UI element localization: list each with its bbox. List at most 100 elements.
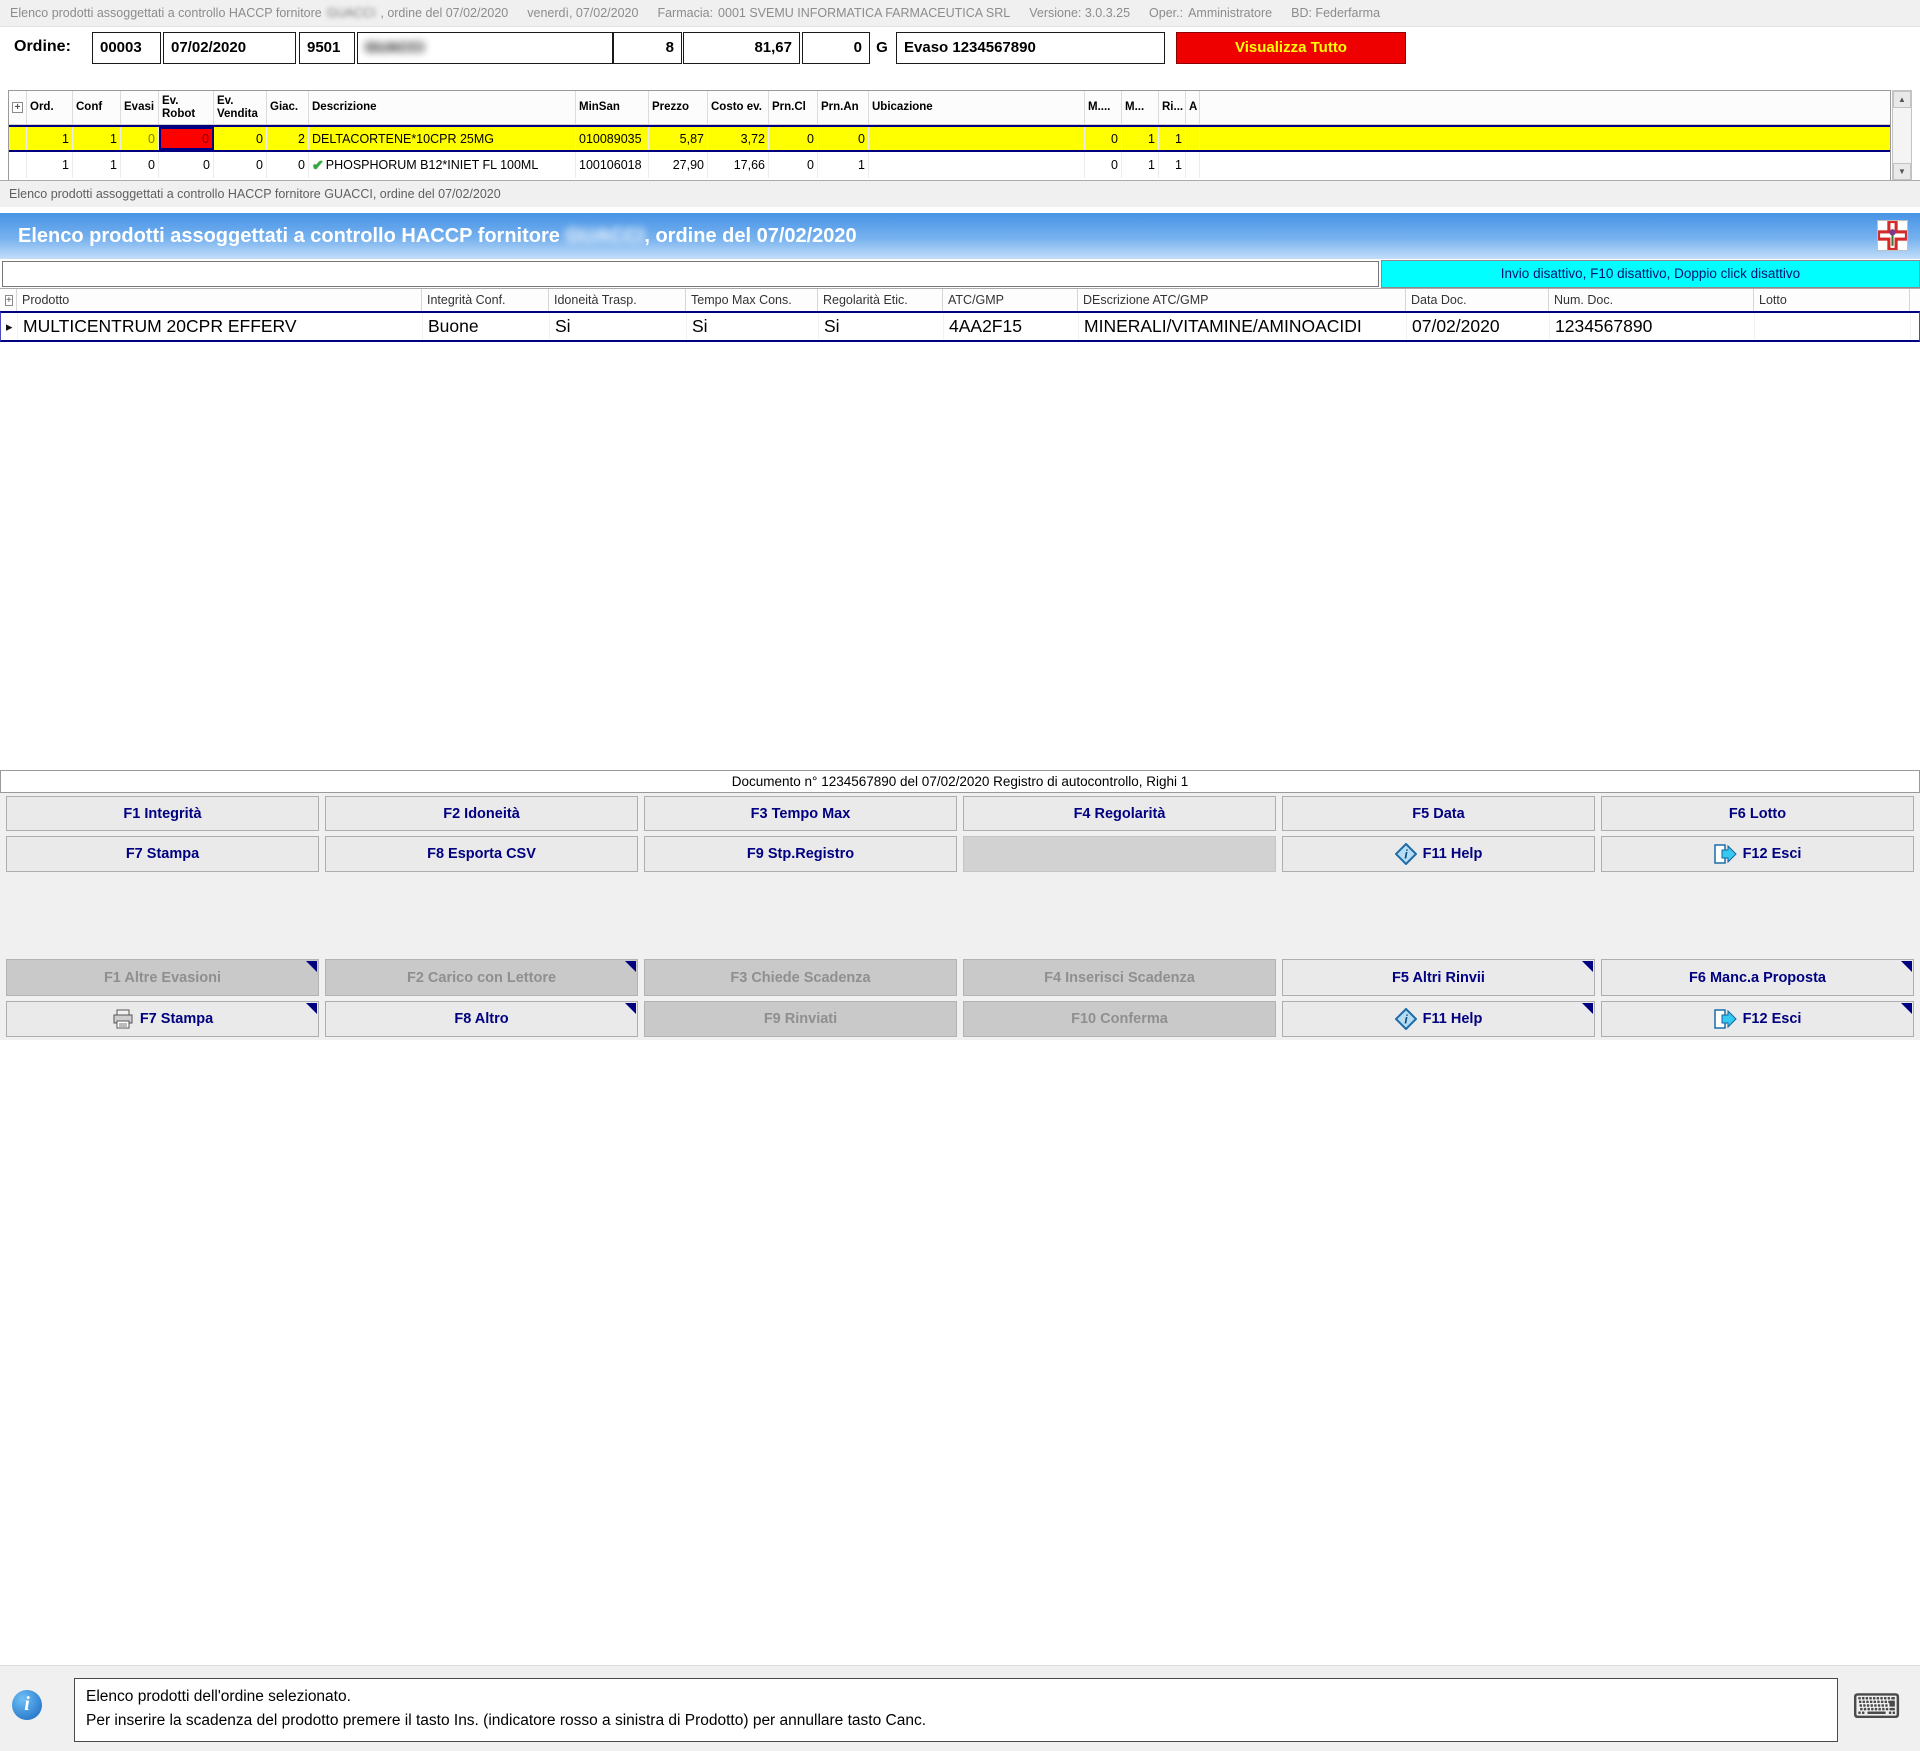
f6-manca-proposta-button[interactable]: F6 Manc.a Proposta <box>1601 959 1914 996</box>
f7-stampa-button[interactable]: F7 Stampa <box>6 836 319 872</box>
scroll-down-icon[interactable]: ▼ <box>1893 163 1911 180</box>
cell-m1: 0 <box>1085 152 1122 178</box>
col-descrizione-atc[interactable]: DEscrizione ATC/GMP <box>1078 289 1406 311</box>
f6-lotto-button[interactable]: F6 Lotto <box>1601 796 1914 831</box>
order-number-field[interactable]: 00003 <box>92 32 161 64</box>
col-idoneita[interactable]: Idoneità Trasp. <box>549 289 686 311</box>
col-tempo-max[interactable]: Tempo Max Cons. <box>686 289 818 311</box>
database-text: BD: Federfarma <box>1291 6 1380 20</box>
order-amount-field[interactable]: 81,67 <box>683 32 800 64</box>
cell-ord: 1 <box>27 152 73 178</box>
expand-all-icon[interactable]: + <box>0 289 17 311</box>
f9-rinviati-button: F9 Rinviati <box>644 1001 957 1037</box>
scroll-up-icon[interactable]: ▲ <box>1893 91 1911 108</box>
info-line1: Elenco prodotti dell'ordine selezionato. <box>86 1685 1826 1709</box>
f1-integrita-button[interactable]: F1 Integrità <box>6 796 319 831</box>
col-m1[interactable]: M.... <box>1085 91 1122 124</box>
cell-conf: 1 <box>73 152 121 178</box>
cell-ubicazione <box>869 152 1085 178</box>
col-conf[interactable]: Conf <box>73 91 121 124</box>
col-giac[interactable]: Giac. <box>267 91 309 124</box>
f5-data-button[interactable]: F5 Data <box>1282 796 1595 831</box>
col-prodotto[interactable]: Prodotto <box>17 289 422 311</box>
col-integrita[interactable]: Integrità Conf. <box>422 289 549 311</box>
f12-esci-button[interactable]: F12 Esci <box>1601 1001 1914 1037</box>
haccp-search-input[interactable] <box>2 261 1379 287</box>
title-text-prefix: Elenco prodotti assoggettati a controllo… <box>10 6 322 20</box>
f12-esci-button[interactable]: F12 Esci <box>1601 836 1914 872</box>
f8-altro-button[interactable]: F8 Altro <box>325 1001 638 1037</box>
col-prnan[interactable]: Prn.An <box>818 91 869 124</box>
cell-prodotto: MULTICENTRUM 20CPR EFFERV <box>18 313 423 340</box>
cell-ev-vendita: 0 <box>214 127 267 150</box>
f9-stp-registro-button[interactable]: F9 Stp.Registro <box>644 836 957 872</box>
order-date-field[interactable]: 07/02/2020 <box>163 32 296 64</box>
green-check-icon: ✔ <box>312 157 324 174</box>
f11-help-button[interactable]: i F11 Help <box>1282 836 1595 872</box>
keyboard-icon[interactable]: ⌨ <box>1852 1690 1901 1724</box>
cell-giac: 2 <box>267 127 309 150</box>
col-costo-ev[interactable]: Costo ev. <box>708 91 769 124</box>
col-data-doc[interactable]: Data Doc. <box>1406 289 1549 311</box>
f11-help-button[interactable]: i F11 Help <box>1282 1001 1595 1037</box>
col-m2[interactable]: M... <box>1122 91 1159 124</box>
f7-stampa-button[interactable]: F7 Stampa <box>6 1001 319 1037</box>
cell-ubicazione <box>869 127 1085 150</box>
cell-ri: 1 <box>1159 127 1186 150</box>
cell-giac: 0 <box>267 152 309 178</box>
col-ev-robot[interactable]: Ev. Robot <box>159 91 214 124</box>
haccp-strip-title: Elenco prodotti assoggettati a controllo… <box>0 180 1920 207</box>
printer-icon <box>112 1009 134 1029</box>
f5-altri-rinvii-button[interactable]: F5 Altri Rinvii <box>1282 959 1595 996</box>
col-regolarita[interactable]: Regolarità Etic. <box>818 289 943 311</box>
haccp-status-bar: Documento n° 1234567890 del 07/02/2020 R… <box>0 770 1920 793</box>
cell-prncl: 0 <box>769 152 818 178</box>
haccp-row-selected[interactable]: ▸ MULTICENTRUM 20CPR EFFERV Buone Si Si … <box>0 311 1920 342</box>
col-ord[interactable]: Ord. <box>27 91 73 124</box>
col-num-doc[interactable]: Num. Doc. <box>1549 289 1754 311</box>
col-ubicazione[interactable]: Ubicazione <box>869 91 1085 124</box>
title-weekday: venerdì, 07/02/2020 <box>527 6 638 20</box>
haccp-fkeys-row1: F1 Integrità F2 Idoneità F3 Tempo Max F4… <box>0 795 1920 832</box>
operator-label: Oper.: <box>1149 6 1183 20</box>
cell-data-doc: 07/02/2020 <box>1407 313 1550 340</box>
supplier-code-field[interactable]: 9501 <box>299 32 355 64</box>
cell-prezzo: 27,90 <box>649 152 708 178</box>
order-label: Ordine: <box>14 38 71 56</box>
supplier-name-field[interactable]: GUACCI <box>365 39 424 56</box>
expand-all-icon[interactable]: + <box>9 91 27 124</box>
row-expand-icon[interactable] <box>9 152 27 178</box>
col-evasi[interactable]: Evasi <box>121 91 159 124</box>
order-row-selected[interactable]: 1 1 0 0 0 2 DELTACORTENE*10CPR 25MG 0100… <box>9 125 1890 152</box>
orders-scrollbar[interactable]: ▲ ▼ <box>1892 90 1912 181</box>
haccp-banner: Elenco prodotti assoggettati a controllo… <box>0 213 1920 259</box>
order-bar: Ordine: 00003 07/02/2020 9501 GUACCI 8 8… <box>0 32 1920 66</box>
f3-tempo-max-button[interactable]: F3 Tempo Max <box>644 796 957 831</box>
f2-idoneita-button[interactable]: F2 Idoneità <box>325 796 638 831</box>
row-expand-icon[interactable] <box>9 127 27 150</box>
col-ev-vendita[interactable]: Ev. Vendita <box>214 91 267 124</box>
col-a[interactable]: A <box>1186 91 1200 124</box>
row-marker-icon: ▸ <box>1 313 18 340</box>
pharmacy-cross-icon <box>1877 220 1908 251</box>
col-lotto[interactable]: Lotto <box>1754 289 1910 311</box>
f4-regolarita-button[interactable]: F4 Regolarità <box>963 796 1276 831</box>
order-qty-field[interactable]: 8 <box>613 32 682 64</box>
col-prezzo[interactable]: Prezzo <box>649 91 708 124</box>
view-all-button[interactable]: Visualizza Tutto <box>1176 32 1406 64</box>
f2-carico-lettore-button: F2 Carico con Lettore <box>325 959 638 996</box>
order-zero-field[interactable]: 0 <box>802 32 870 64</box>
col-minsan[interactable]: MinSan <box>576 91 649 124</box>
order-evaso-field[interactable]: Evaso 1234567890 <box>896 32 1165 64</box>
cell-ev-robot-alert: 0 <box>159 127 214 150</box>
order-row[interactable]: 1 1 0 0 0 0 ✔PHOSPHORUM B12*INIET FL 100… <box>9 152 1890 178</box>
haccp-fkeys-row2: F7 Stampa F8 Esporta CSV F9 Stp.Registro… <box>0 835 1920 873</box>
col-descrizione[interactable]: Descrizione <box>309 91 576 124</box>
f8-esporta-csv-button[interactable]: F8 Esporta CSV <box>325 836 638 872</box>
f1-altre-evasioni-button: F1 Altre Evasioni <box>6 959 319 996</box>
col-atc-gmp[interactable]: ATC/GMP <box>943 289 1078 311</box>
col-ri[interactable]: Ri... <box>1159 91 1186 124</box>
col-prncl[interactable]: Prn.Cl <box>769 91 818 124</box>
title-supplier-redacted: GUACCI <box>327 6 376 20</box>
banner-text-prefix: Elenco prodotti assoggettati a controllo… <box>18 225 560 247</box>
